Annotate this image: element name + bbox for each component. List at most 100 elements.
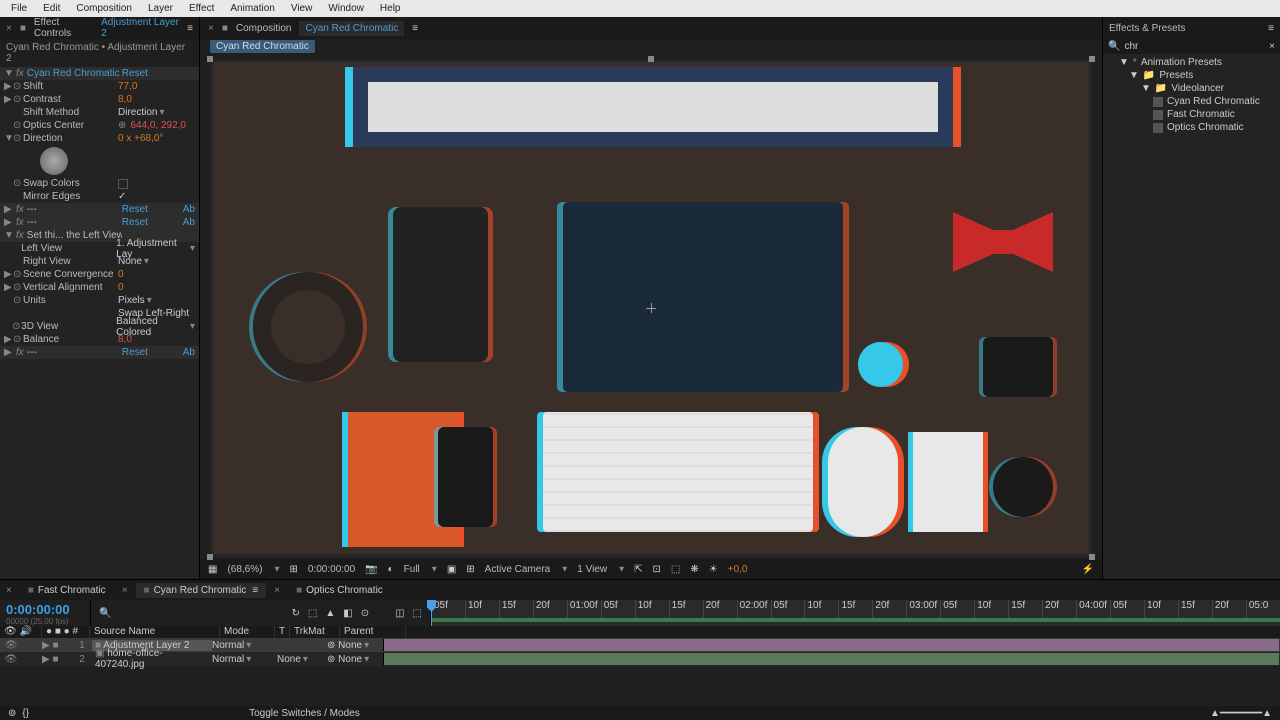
prop-units[interactable]: Units xyxy=(23,295,118,306)
col-mode[interactable]: Mode xyxy=(220,626,275,638)
preset-item[interactable]: Optics Chromatic xyxy=(1167,122,1244,133)
effect-name[interactable]: Cyan Red Chromatic xyxy=(27,68,122,79)
prop-3dview[interactable]: 3D View xyxy=(21,321,116,332)
prop-rightview[interactable]: Right View xyxy=(23,256,118,267)
exposure-value[interactable]: +0,0 xyxy=(728,564,748,575)
views-value[interactable]: 1 View xyxy=(577,564,607,575)
prop-mirror-edges[interactable]: Mirror Edges xyxy=(23,191,118,202)
tl-foot-icon[interactable]: {} xyxy=(22,708,29,719)
panel-menu-icon[interactable]: ≡ xyxy=(187,23,193,34)
dropdown-icon[interactable]: ▾ xyxy=(147,295,152,306)
eye-icon[interactable]: 👁 xyxy=(0,640,22,651)
tl-tool-icon[interactable]: ▲ xyxy=(325,608,335,619)
timeline-tab[interactable]: ■Optics Chromatic xyxy=(288,583,391,598)
fx-dash[interactable]: --- xyxy=(27,347,122,358)
about-link[interactable]: Ab xyxy=(183,347,195,358)
preset-item[interactable]: Cyan Red Chromatic xyxy=(1167,96,1260,107)
prop-swap-colors[interactable]: Swap Colors xyxy=(23,178,118,189)
timeline-tab-active[interactable]: ■Cyan Red Chromatic≡ xyxy=(136,583,267,598)
layer-name[interactable]: ▣ home-office-407240.jpg xyxy=(92,648,212,670)
prop-shift[interactable]: Shift xyxy=(23,81,118,92)
prop-contrast[interactable]: Contrast xyxy=(23,94,118,105)
fx-dash[interactable]: --- xyxy=(27,217,122,228)
tl-tool-icon[interactable]: ↻ xyxy=(292,608,300,619)
menu-view[interactable]: View xyxy=(284,1,320,16)
dropdown-icon[interactable]: ▾ xyxy=(190,243,195,254)
sceneconv-value[interactable]: 0 xyxy=(118,269,124,280)
lock-icon[interactable]: ■ xyxy=(20,23,26,34)
mirror-check[interactable]: ✓ xyxy=(118,191,126,202)
crosshair-icon[interactable]: ⊕ xyxy=(118,120,126,131)
composition-viewer[interactable] xyxy=(210,59,1092,557)
method-value[interactable]: Direction xyxy=(118,107,157,118)
prop-sceneconv[interactable]: Scene Convergence xyxy=(23,269,118,280)
tl-tool-icon[interactable]: ⬚ xyxy=(308,608,317,619)
panel-menu-icon[interactable]: ≡ xyxy=(1268,23,1274,34)
balance-value[interactable]: 8,0 xyxy=(118,334,132,345)
layer-mode[interactable]: Normal▾ xyxy=(212,640,262,651)
prop-balance[interactable]: Balance xyxy=(23,334,118,345)
tree-presets[interactable]: Presets xyxy=(1159,70,1193,81)
timeline-tab[interactable]: ■Fast Chromatic xyxy=(20,583,114,598)
timecode[interactable]: 0:00:00:0000000 (25.00 fps) xyxy=(0,600,90,626)
effects-presets-tab[interactable]: Effects & Presets xyxy=(1109,23,1186,34)
layer-crumb[interactable]: Adjustment Layer 2 xyxy=(101,17,179,39)
effect-controls-tab[interactable]: Effect Controls xyxy=(34,17,93,39)
layer-parent[interactable]: ⊚ None▾ xyxy=(327,654,382,665)
prop-valign[interactable]: Vertical Alignment xyxy=(23,282,118,293)
prop-shift-method[interactable]: Shift Method xyxy=(23,107,118,118)
preset-item[interactable]: Fast Chromatic xyxy=(1167,109,1235,120)
layer-duration-bar[interactable] xyxy=(383,639,1279,651)
clear-search-icon[interactable]: × xyxy=(1269,41,1275,52)
handle-icon[interactable] xyxy=(207,554,213,560)
reset-link[interactable]: Reset xyxy=(122,347,148,358)
toggle-switches[interactable]: Toggle Switches / Modes xyxy=(249,708,360,719)
prop-optics-center[interactable]: Optics Center xyxy=(23,120,118,131)
col-source[interactable]: Source Name xyxy=(90,626,220,638)
grid-overlay-icon[interactable]: ⊞ xyxy=(466,564,474,575)
snapshot-icon[interactable]: 📷 xyxy=(365,564,377,575)
tl-foot-icon[interactable]: ⊚ xyxy=(8,708,16,719)
eye-icon[interactable]: 👁 xyxy=(0,654,22,665)
units-value[interactable]: Pixels xyxy=(118,295,145,306)
layer-parent[interactable]: ⊚ None▾ xyxy=(327,640,382,651)
camera-value[interactable]: Active Camera xyxy=(485,564,551,575)
close-icon[interactable]: × xyxy=(6,23,12,34)
menu-animation[interactable]: Animation xyxy=(223,1,281,16)
menu-bar[interactable]: File Edit Composition Layer Effect Anima… xyxy=(0,0,1280,17)
flow-tab[interactable]: Cyan Red Chromatic xyxy=(210,40,315,53)
effect-setthis[interactable]: Set thi... the Left View xyxy=(27,230,122,241)
tree-animation-presets[interactable]: Animation Presets xyxy=(1141,57,1222,68)
search-input[interactable] xyxy=(1124,41,1269,52)
menu-composition[interactable]: Composition xyxy=(69,1,139,16)
roi-icon[interactable]: ▣ xyxy=(447,564,456,575)
timeline-ruler[interactable]: 05f10f15f20f01:00f05f10f15f20f02:00f05f1… xyxy=(430,600,1280,626)
layer-duration-bar[interactable] xyxy=(383,653,1279,665)
reset-link[interactable]: Reset xyxy=(122,204,148,215)
exposure-icon[interactable]: ☀ xyxy=(709,564,718,575)
tl-tool-icon[interactable]: ◧ xyxy=(343,608,352,619)
valign-value[interactable]: 0 xyxy=(118,282,124,293)
dropdown-icon[interactable]: ▾ xyxy=(144,256,149,267)
handle-icon[interactable] xyxy=(1089,554,1095,560)
time-value[interactable]: 0:00:00:00 xyxy=(308,564,355,575)
handle-icon[interactable] xyxy=(1089,56,1095,62)
tl-tool-icon[interactable]: ⬚ xyxy=(413,608,422,619)
tl-tool-icon[interactable]: ◫ xyxy=(395,608,404,619)
composition-tab[interactable]: Composition xyxy=(236,23,292,34)
layer-mode[interactable]: Normal▾ xyxy=(212,654,262,665)
3d-icon[interactable]: ⬚ xyxy=(671,564,680,575)
mask-icon[interactable]: ⊡ xyxy=(653,564,661,575)
fx-dash[interactable]: --- xyxy=(27,204,122,215)
share-icon[interactable]: ⇱ xyxy=(634,564,642,575)
swap-checkbox[interactable] xyxy=(118,179,128,189)
work-area-bar[interactable] xyxy=(431,618,1280,622)
col-trkmat[interactable]: TrkMat xyxy=(290,626,340,638)
tl-tool-icon[interactable]: ⊙ xyxy=(361,608,369,619)
zoom-slider[interactable]: ▲━━━━━━━▲ xyxy=(1210,708,1272,719)
comp-name[interactable]: Cyan Red Chromatic xyxy=(299,21,404,36)
dropdown-icon[interactable]: ▾ xyxy=(190,321,195,332)
playhead[interactable] xyxy=(431,600,432,626)
close-icon[interactable]: × xyxy=(122,585,128,596)
preset-tree[interactable]: ▼*Animation Presets ▼📁Presets ▼📁Videolan… xyxy=(1103,54,1280,136)
